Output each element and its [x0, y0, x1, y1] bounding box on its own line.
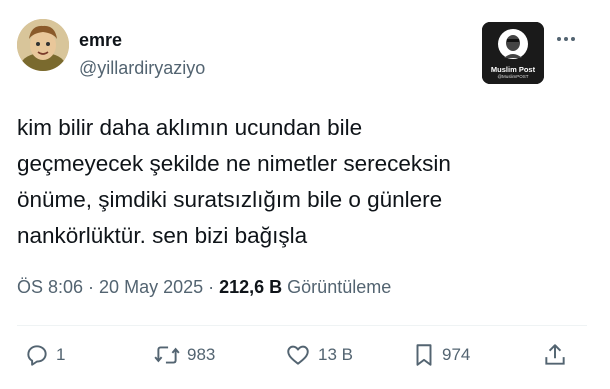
bookmark-count: 974 — [442, 345, 471, 364]
tweet-text: kim bilir daha aklımın ucundan bile geçm… — [17, 110, 587, 254]
retweet-button[interactable]: 983 — [153, 340, 215, 370]
share-button[interactable] — [542, 340, 568, 370]
reply-icon — [27, 345, 47, 366]
reply-button[interactable]: 1 — [24, 340, 65, 370]
tweet-text-line: kim bilir daha aklımın ucundan bile — [17, 115, 363, 140]
author-avatar[interactable] — [17, 19, 69, 71]
tweet-time[interactable]: ÖS 8:06 — [17, 277, 83, 297]
tweet-text-line: geçmeyecek şekilde ne nimetler sereceksi… — [17, 151, 451, 176]
views-count: 212,6 B — [219, 277, 283, 297]
tweet-text-line: önüme, şimdiki suratsızlığım bile o günl… — [17, 187, 443, 212]
bookmark-icon — [416, 344, 432, 366]
like-button[interactable]: 13 B — [284, 340, 353, 370]
tweet-meta: ÖS 8:06 · 20 May 2025 · 212,6 B Görüntül… — [17, 277, 391, 298]
more-horizontal-icon — [557, 37, 575, 41]
bookmark-button[interactable]: 974 — [412, 340, 470, 370]
cartoon-character-avatar-icon — [17, 19, 69, 71]
muslim-post-badge: Muslim Post @MuslimPOST — [482, 22, 544, 84]
share-icon — [545, 344, 565, 365]
retweet-count: 983 — [187, 345, 216, 364]
author-display-name[interactable]: emre — [79, 30, 122, 51]
badge-sub-text: @MuslimPOST — [497, 74, 529, 79]
reply-count: 1 — [56, 345, 66, 364]
retweet-icon — [154, 346, 180, 364]
meta-separator: · — [83, 277, 100, 297]
divider — [17, 325, 587, 326]
author-handle[interactable]: @yillardiryaziyo — [79, 58, 205, 79]
badge-brand-text: Muslim Post — [490, 65, 536, 74]
views-label: Görüntüleme — [282, 277, 392, 297]
more-options-button[interactable] — [551, 24, 581, 54]
tweet-card: emre @yillardiryaziyo Muslim Post @Musli… — [0, 0, 598, 389]
meta-separator: · — [203, 277, 220, 297]
tweet-text-line: nankörlüktür. sen bizi bağışla — [17, 223, 308, 248]
like-count: 13 B — [318, 345, 353, 364]
heart-icon — [287, 345, 309, 365]
tweet-date[interactable]: 20 May 2025 — [99, 277, 203, 297]
